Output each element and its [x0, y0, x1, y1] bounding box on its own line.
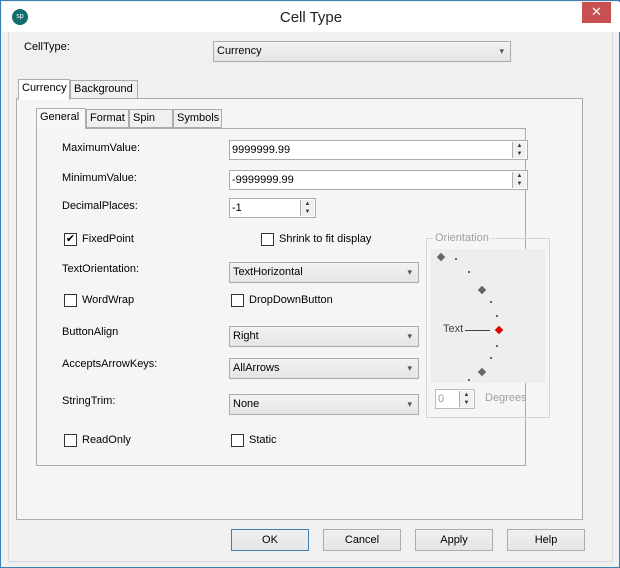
help-button[interactable]: Help: [507, 529, 585, 551]
minimum-value-input[interactable]: -9999999.99 ▲ ▼: [229, 170, 528, 190]
maximum-value-spinner[interactable]: ▲ ▼: [512, 142, 526, 158]
button-align-value: Right: [233, 330, 259, 342]
celltype-value: Currency: [217, 45, 262, 57]
tab-currency[interactable]: Currency: [18, 79, 70, 100]
shrink-to-fit-checkbox[interactable]: [261, 233, 274, 246]
tab-symbols[interactable]: Symbols: [173, 109, 222, 128]
orientation-needle: [465, 330, 490, 331]
accepts-arrow-keys-value: AllArrows: [233, 362, 280, 374]
tab-background[interactable]: Background: [70, 80, 138, 99]
wordwrap-label: WordWrap: [82, 294, 135, 306]
chevron-down-icon: ▾: [407, 363, 412, 373]
celltype-select[interactable]: Currency ▾: [213, 41, 511, 62]
spin-up-icon[interactable]: ▲: [513, 142, 526, 150]
minimum-value-label: MinimumValue:: [62, 172, 137, 184]
spin-down-icon[interactable]: ▼: [301, 208, 314, 216]
maximum-value-text: 9999999.99: [232, 144, 291, 156]
degrees-spinner[interactable]: ▲ ▼: [459, 391, 473, 407]
ok-button[interactable]: OK: [231, 529, 309, 551]
orientation-handle-minus45[interactable]: [477, 367, 487, 377]
tab-general[interactable]: General: [36, 108, 86, 129]
decimal-places-text: -1: [232, 202, 242, 214]
orientation-tick: [468, 271, 470, 273]
accepts-arrow-keys-label: AcceptsArrowKeys:: [62, 358, 158, 370]
spin-up-icon[interactable]: ▲: [513, 172, 526, 180]
orientation-group-title: Orientation: [433, 232, 491, 244]
orientation-handle-45[interactable]: [477, 285, 487, 295]
orientation-tick: [468, 379, 470, 381]
tab-spin[interactable]: Spin: [129, 109, 173, 128]
spin-down-icon[interactable]: ▼: [513, 150, 526, 158]
degrees-label: Degrees: [485, 392, 527, 404]
celltype-label: CellType:: [24, 41, 70, 53]
static-checkbox[interactable]: [231, 434, 244, 447]
spin-up-icon[interactable]: ▲: [301, 200, 314, 208]
spin-down-icon[interactable]: ▼: [460, 399, 473, 407]
degrees-input[interactable]: 0 ▲ ▼: [435, 389, 475, 409]
degrees-value: 0: [438, 393, 445, 405]
spin-down-icon[interactable]: ▼: [513, 180, 526, 188]
text-orientation-select[interactable]: TextHorizontal ▾: [229, 262, 419, 283]
dropdown-button-label: DropDownButton: [249, 294, 333, 306]
orientation-tick: [490, 301, 492, 303]
chevron-down-icon: ▾: [407, 331, 412, 341]
orientation-dial[interactable]: Text: [430, 249, 546, 383]
shrink-to-fit-label: Shrink to fit display: [279, 233, 372, 245]
chevron-down-icon: ▾: [407, 399, 412, 409]
fixedpoint-checkbox[interactable]: ✔: [64, 233, 77, 246]
decimal-places-spinner[interactable]: ▲ ▼: [300, 200, 314, 216]
readonly-checkbox[interactable]: [64, 434, 77, 447]
dropdown-button-checkbox[interactable]: [231, 294, 244, 307]
spin-up-icon[interactable]: ▲: [460, 391, 473, 399]
accepts-arrow-keys-select[interactable]: AllArrows ▾: [229, 358, 419, 379]
wordwrap-checkbox[interactable]: [64, 294, 77, 307]
string-trim-label: StringTrim:: [62, 395, 116, 407]
string-trim-value: None: [233, 398, 260, 410]
orientation-tick: [496, 315, 498, 317]
button-align-select[interactable]: Right ▾: [229, 326, 419, 347]
orientation-handle-90[interactable]: [436, 252, 446, 262]
fixedpoint-label: FixedPoint: [82, 233, 134, 245]
minimum-value-spinner[interactable]: ▲ ▼: [512, 172, 526, 188]
static-label: Static: [249, 434, 277, 446]
maximum-value-input[interactable]: 9999999.99 ▲ ▼: [229, 140, 528, 160]
chevron-down-icon: ▾: [499, 46, 504, 56]
title-bar: sp Cell Type ✕: [2, 2, 620, 32]
decimal-places-label: DecimalPlaces:: [62, 200, 138, 212]
button-align-label: ButtonAlign: [62, 326, 119, 338]
readonly-label: ReadOnly: [82, 434, 131, 446]
apply-button[interactable]: Apply: [415, 529, 493, 551]
orientation-tick: [496, 345, 498, 347]
window-title: Cell Type: [279, 9, 343, 26]
string-trim-select[interactable]: None ▾: [229, 394, 419, 415]
tab-format[interactable]: Format: [86, 109, 129, 128]
orientation-tick: [455, 258, 457, 260]
text-orientation-value: TextHorizontal: [233, 266, 303, 278]
orientation-text-label: Text: [443, 323, 464, 335]
maximum-value-label: MaximumValue:: [62, 142, 141, 154]
dialog-body: CellType: Currency ▾ Currency Background…: [8, 32, 613, 562]
orientation-tick: [490, 357, 492, 359]
orientation-handle-0-selected[interactable]: [494, 325, 504, 335]
cancel-button[interactable]: Cancel: [323, 529, 401, 551]
close-button[interactable]: ✕: [582, 2, 611, 23]
cell-type-dialog: sp Cell Type ✕ CellType: Currency ▾ Curr…: [0, 0, 620, 568]
text-orientation-label: TextOrientation:: [62, 263, 140, 275]
minimum-value-text: -9999999.99: [232, 174, 294, 186]
chevron-down-icon: ▾: [407, 267, 412, 277]
decimal-places-input[interactable]: -1 ▲ ▼: [229, 198, 316, 218]
